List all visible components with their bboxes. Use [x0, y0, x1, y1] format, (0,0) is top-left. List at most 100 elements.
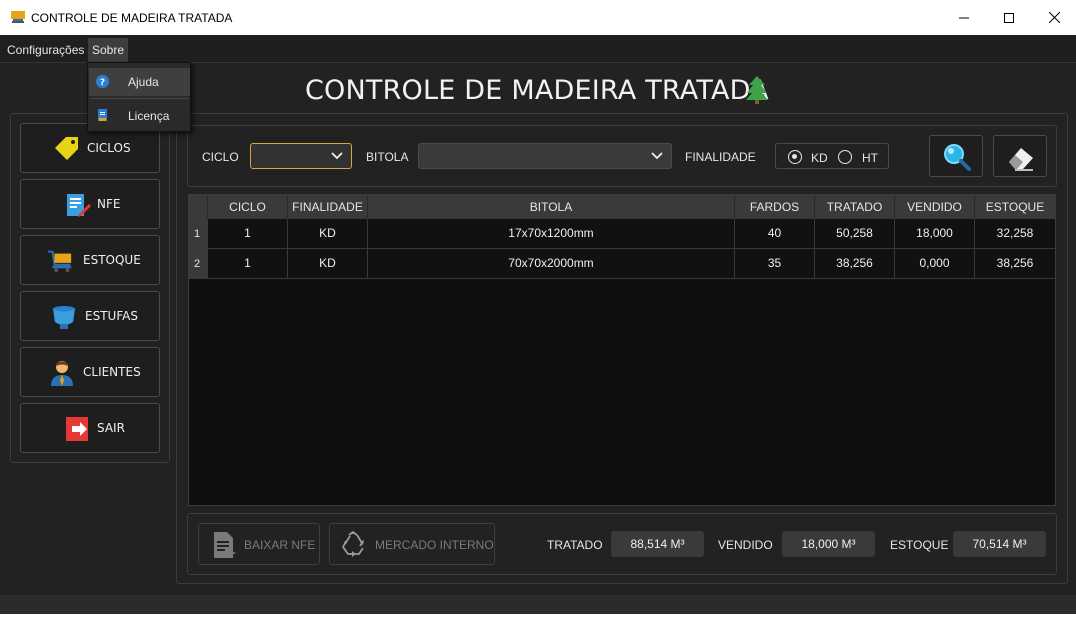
- window-titlebar: CONTROLE DE MADEIRA TRATADA: [0, 0, 1076, 35]
- exit-icon: [66, 417, 88, 441]
- sidebar-item-label: CLIENTES: [83, 365, 141, 379]
- sidebar-item-label: NFE: [97, 197, 121, 211]
- table-row[interactable]: 1 1 KD 17x70x1200mm 40 50,258 18,000 32,…: [189, 219, 1055, 249]
- cell-bitola[interactable]: 70x70x2000mm: [368, 249, 735, 278]
- tag-icon: [55, 137, 78, 160]
- cell-estoque[interactable]: 32,258: [975, 219, 1055, 248]
- window-title: CONTROLE DE MADEIRA TRATADA: [31, 11, 233, 25]
- cell-ciclo[interactable]: 1: [208, 249, 288, 278]
- sidebar-item-label: ESTOQUE: [83, 253, 141, 267]
- radio-ht-label: HT: [862, 151, 878, 165]
- cell-fardos[interactable]: 35: [735, 249, 815, 278]
- status-bar: [0, 595, 1076, 614]
- vendido-total-value: 18,000 M³: [782, 531, 875, 557]
- cell-finalidade[interactable]: KD: [288, 249, 368, 278]
- table-row[interactable]: 2 1 KD 70x70x2000mm 35 38,256 0,000 38,2…: [189, 249, 1055, 279]
- radio-ht[interactable]: [838, 150, 852, 164]
- recycle-icon: [341, 531, 364, 557]
- chevron-down-icon: [331, 152, 343, 160]
- column-header[interactable]: FARDOS: [735, 195, 815, 219]
- menu-item-licenca[interactable]: Licença: [89, 102, 190, 130]
- cell-finalidade[interactable]: KD: [288, 219, 368, 248]
- document-download-icon: [214, 532, 236, 558]
- estoque-total-label: ESTOQUE: [890, 538, 949, 552]
- menu-separator: [90, 98, 189, 99]
- mercado-interno-label: MERCADO INTERNO: [375, 538, 494, 552]
- sidebar-item-estufas[interactable]: ESTUFAS: [20, 291, 160, 341]
- column-header[interactable]: BITOLA: [368, 195, 735, 219]
- sidebar-item-label: SAIR: [97, 421, 125, 435]
- menu-configuracoes[interactable]: Configurações: [3, 38, 88, 62]
- menu-sobre[interactable]: Sobre: [88, 38, 129, 62]
- cell-bitola[interactable]: 17x70x1200mm: [368, 219, 735, 248]
- maximize-icon: [1004, 12, 1014, 23]
- cell-vendido[interactable]: 18,000: [895, 219, 975, 248]
- cart-icon: [47, 250, 72, 273]
- corner-header: [189, 195, 208, 219]
- close-button[interactable]: [1031, 0, 1076, 35]
- table-header: CICLO FINALIDADE BITOLA FARDOS TRATADO V…: [189, 195, 1055, 219]
- invoice-edit-icon: [67, 194, 91, 217]
- column-header[interactable]: VENDIDO: [895, 195, 975, 219]
- sidebar: CICLOS NFE ESTOQUE ESTUFAS CLIENTES SAIR: [10, 113, 170, 463]
- search-button[interactable]: [929, 135, 983, 177]
- cell-vendido[interactable]: 0,000: [895, 249, 975, 278]
- finalidade-radio-group: KD HT: [775, 143, 889, 169]
- svg-text:?: ?: [100, 78, 105, 88]
- minimize-icon: [959, 17, 969, 18]
- sidebar-item-sair[interactable]: SAIR: [20, 403, 160, 453]
- sobre-dropdown: ? Ajuda Licença: [87, 62, 191, 132]
- sidebar-item-clientes[interactable]: CLIENTES: [20, 347, 160, 397]
- bitola-select[interactable]: [418, 143, 672, 169]
- ciclo-select[interactable]: [250, 143, 352, 169]
- baixar-nfe-button[interactable]: BAIXAR NFE: [198, 523, 320, 565]
- estoque-total-value: 70,514 M³: [953, 531, 1046, 557]
- sidebar-item-nfe[interactable]: NFE: [20, 179, 160, 229]
- sidebar-item-label: ESTUFAS: [85, 309, 138, 323]
- app-window: Configurações Sobre ? Ajuda Licença CONT…: [0, 35, 1076, 614]
- column-header[interactable]: ESTOQUE: [975, 195, 1055, 219]
- cell-tratado[interactable]: 38,256: [815, 249, 895, 278]
- page-title: CONTROLE DE MADEIRA TRATADA: [305, 75, 769, 106]
- radio-kd[interactable]: [788, 150, 802, 164]
- column-header[interactable]: CICLO: [208, 195, 288, 219]
- row-number[interactable]: 2: [189, 249, 208, 278]
- finalidade-label: FINALIDADE: [685, 150, 756, 164]
- tree-icon: [746, 76, 768, 104]
- person-icon: [51, 361, 73, 386]
- ciclo-label: CICLO: [202, 150, 239, 164]
- menubar: Configurações Sobre: [0, 35, 1076, 62]
- sidebar-item-label: CICLOS: [87, 141, 131, 155]
- sidebar-item-estoque[interactable]: ESTOQUE: [20, 235, 160, 285]
- column-header[interactable]: TRATADO: [815, 195, 895, 219]
- row-number[interactable]: 1: [189, 219, 208, 248]
- minimize-button[interactable]: [941, 0, 987, 35]
- main-panel: CICLO BITOLA FINALIDADE KD HT CICLO FINA…: [176, 113, 1068, 584]
- cell-fardos[interactable]: 40: [735, 219, 815, 248]
- data-table: CICLO FINALIDADE BITOLA FARDOS TRATADO V…: [188, 194, 1056, 506]
- radio-kd-label: KD: [811, 151, 828, 165]
- search-icon: [944, 144, 971, 171]
- cell-tratado[interactable]: 50,258: [815, 219, 895, 248]
- chevron-down-icon: [651, 152, 663, 160]
- close-icon: [1048, 12, 1060, 23]
- kiln-icon: [53, 306, 75, 329]
- menu-item-ajuda[interactable]: ? Ajuda: [89, 68, 190, 96]
- tratado-total-label: TRATADO: [547, 538, 603, 552]
- cell-ciclo[interactable]: 1: [208, 219, 288, 248]
- menu-item-label: Ajuda: [128, 75, 159, 89]
- help-icon: ?: [96, 75, 109, 88]
- eraser-icon: [1009, 148, 1033, 171]
- bitola-label: BITOLA: [366, 150, 409, 164]
- filter-bar: CICLO BITOLA FINALIDADE KD HT: [187, 125, 1057, 187]
- baixar-nfe-label: BAIXAR NFE: [244, 538, 316, 552]
- app-icon: [11, 11, 25, 23]
- menu-item-label: Licença: [128, 109, 170, 123]
- maximize-button[interactable]: [986, 0, 1032, 35]
- column-header[interactable]: FINALIDADE: [288, 195, 368, 219]
- vendido-total-label: VENDIDO: [718, 538, 773, 552]
- mercado-interno-button[interactable]: MERCADO INTERNO: [329, 523, 495, 565]
- cell-estoque[interactable]: 38,256: [975, 249, 1055, 278]
- clear-button[interactable]: [993, 135, 1047, 177]
- license-icon: [98, 109, 107, 121]
